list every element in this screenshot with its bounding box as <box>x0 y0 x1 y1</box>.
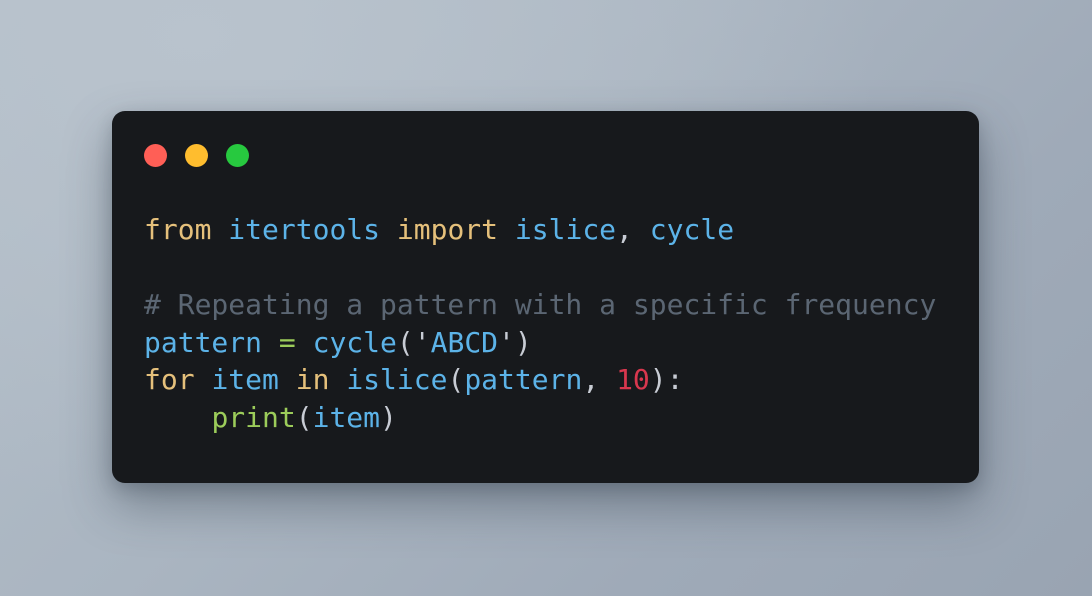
code-token-ident: cycle <box>312 325 397 359</box>
close-window-button[interactable] <box>144 144 167 167</box>
code-line-4: pattern = cycle('ABCD') <box>144 324 965 362</box>
code-line-6: print(item) <box>144 399 965 437</box>
code-token-ident: islice <box>346 363 448 396</box>
code-token-punct <box>279 363 296 396</box>
code-block: from itertools import islice, cycle # Re… <box>144 211 965 436</box>
code-line-3: # Repeating a pattern with a specific fr… <box>144 286 965 324</box>
code-token-punct <box>144 401 211 434</box>
code-token-kw: in <box>295 363 330 396</box>
code-token-kw: for <box>144 363 195 396</box>
code-token-punct: ( <box>447 363 465 396</box>
code-token-kw: from <box>144 213 212 246</box>
code-token-punct: ) <box>649 363 667 396</box>
code-token-kw: import <box>396 213 499 246</box>
code-token-punct <box>195 363 212 396</box>
window-controls <box>144 144 249 167</box>
code-token-punct <box>498 213 515 246</box>
maximize-window-button[interactable] <box>226 144 249 167</box>
code-token-punct: ( <box>396 325 414 359</box>
code-token-punct <box>262 326 279 359</box>
code-line-1: from itertools import islice, cycle <box>144 211 965 249</box>
code-token-ident: cycle <box>649 213 735 246</box>
code-token-punct <box>296 326 313 359</box>
code-token-punct <box>633 213 650 246</box>
code-token-punct: ' <box>498 325 515 359</box>
code-token-func: print <box>211 400 296 434</box>
code-token-ident: pattern <box>144 325 263 359</box>
code-token-ident: islice <box>514 213 617 246</box>
code-token-punct: ) <box>514 325 532 359</box>
code-token-punct <box>211 213 228 246</box>
code-token-punct: ( <box>295 400 313 434</box>
code-token-ident: item <box>211 363 279 396</box>
minimize-window-button[interactable] <box>185 144 208 167</box>
code-token-punct: : <box>666 363 684 396</box>
code-token-punct: ) <box>380 400 397 434</box>
code-token-ident: item <box>312 400 381 434</box>
code-token-comment: # Repeating a pattern with a specific fr… <box>144 288 937 321</box>
code-token-punct: , <box>582 363 600 396</box>
code-token-str: ABCD <box>430 325 499 359</box>
code-token-ident: itertools <box>228 213 381 246</box>
screenshot-canvas: from itertools import islice, cycle # Re… <box>0 0 1092 596</box>
code-token-num: 10 <box>616 363 650 396</box>
code-token-op: = <box>278 325 296 359</box>
code-token-punct: , <box>616 213 633 246</box>
code-token-punct <box>329 363 346 396</box>
code-line-5: for item in islice(pattern, 10): <box>144 361 965 399</box>
code-token-punct <box>599 363 616 396</box>
code-token-punct: ' <box>413 325 431 359</box>
code-token-punct <box>380 213 397 246</box>
code-snippet-card: from itertools import islice, cycle # Re… <box>112 111 979 483</box>
code-token-ident: pattern <box>464 363 583 396</box>
